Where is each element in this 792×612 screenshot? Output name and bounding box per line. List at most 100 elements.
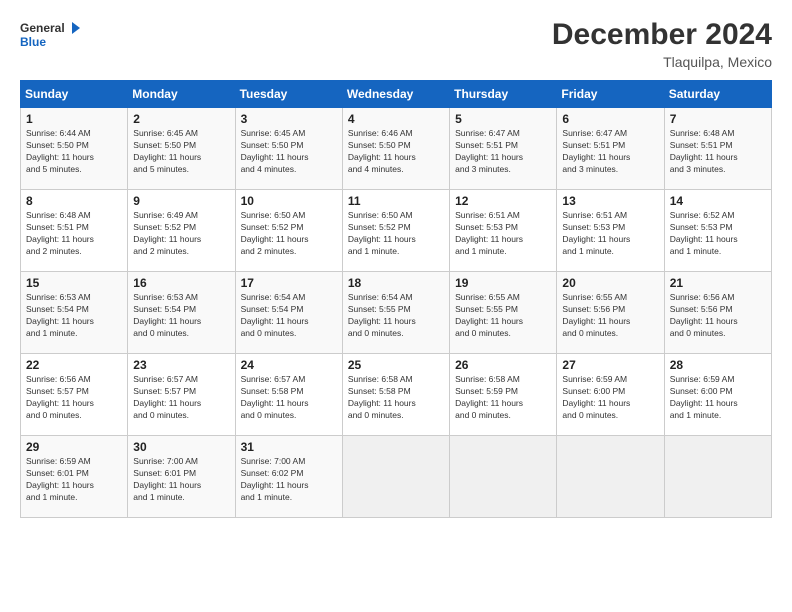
day-number: 11 — [348, 194, 444, 208]
day-info: Sunrise: 6:45 AMSunset: 5:50 PMDaylight:… — [133, 128, 229, 176]
table-row: 24 Sunrise: 6:57 AMSunset: 5:58 PMDayligh… — [235, 354, 342, 436]
table-row: 1 Sunrise: 6:44 AMSunset: 5:50 PMDaylight… — [21, 108, 128, 190]
col-friday: Friday — [557, 81, 664, 108]
day-info: Sunrise: 6:59 AMSunset: 6:00 PMDaylight:… — [670, 374, 766, 422]
day-number: 31 — [241, 440, 337, 454]
day-number: 20 — [562, 276, 658, 290]
day-number: 19 — [455, 276, 551, 290]
table-row: 27Sunrise: 6:59 AMSunset: 6:00 PMDayligh… — [557, 354, 664, 436]
col-wednesday: Wednesday — [342, 81, 449, 108]
day-number: 18 — [348, 276, 444, 290]
table-row: 22 Sunrise: 6:56 AMSunset: 5:57 PMDayligh… — [21, 354, 128, 436]
table-row — [664, 436, 771, 518]
table-row: 29 Sunrise: 6:59 AMSunset: 6:01 PMDayligh… — [21, 436, 128, 518]
table-row: 25 Sunrise: 6:58 AMSunset: 5:58 PMDayligh… — [342, 354, 449, 436]
day-info: Sunrise: 6:57 AMSunset: 5:57 PMDaylight:… — [133, 374, 229, 422]
day-info: Sunrise: 6:49 AMSunset: 5:52 PMDaylight:… — [133, 210, 229, 258]
day-number: 15 — [26, 276, 122, 290]
table-row: 28 Sunrise: 6:59 AMSunset: 6:00 PMDayligh… — [664, 354, 771, 436]
table-row: 23Sunrise: 6:57 AMSunset: 5:57 PMDayligh… — [128, 354, 235, 436]
day-number: 24 — [241, 358, 337, 372]
day-number: 30 — [133, 440, 229, 454]
table-row: 17 Sunrise: 6:54 AMSunset: 5:54 PMDayligh… — [235, 272, 342, 354]
svg-text:Blue: Blue — [20, 35, 46, 49]
table-row: 13Sunrise: 6:51 AMSunset: 5:53 PMDayligh… — [557, 190, 664, 272]
table-row: 8 Sunrise: 6:48 AMSunset: 5:51 PMDaylight… — [21, 190, 128, 272]
table-row: 20 Sunrise: 6:55 AMSunset: 5:56 PMDayligh… — [557, 272, 664, 354]
day-number: 3 — [241, 112, 337, 126]
table-row: 19 Sunrise: 6:55 AMSunset: 5:55 PMDayligh… — [450, 272, 557, 354]
day-info: Sunrise: 6:50 AMSunset: 5:52 PMDaylight:… — [241, 210, 337, 258]
table-row: 3 Sunrise: 6:45 AMSunset: 5:50 PMDaylight… — [235, 108, 342, 190]
day-number: 28 — [670, 358, 766, 372]
title-block: December 2024 Tlaquilpa, Mexico — [552, 18, 772, 70]
day-info: Sunrise: 6:47 AMSunset: 5:51 PMDaylight:… — [562, 128, 658, 176]
day-number: 29 — [26, 440, 122, 454]
day-number: 1 — [26, 112, 122, 126]
day-info: Sunrise: 6:57 AMSunset: 5:58 PMDaylight:… — [241, 374, 337, 422]
day-info: Sunrise: 6:50 AMSunset: 5:52 PMDaylight:… — [348, 210, 444, 258]
day-number: 2 — [133, 112, 229, 126]
day-info: Sunrise: 7:00 AMSunset: 6:02 PMDaylight:… — [241, 456, 337, 504]
day-number: 10 — [241, 194, 337, 208]
table-row: 26 Sunrise: 6:58 AMSunset: 5:59 PMDayligh… — [450, 354, 557, 436]
day-info: Sunrise: 6:54 AMSunset: 5:54 PMDaylight:… — [241, 292, 337, 340]
logo: General Blue — [20, 18, 80, 54]
day-number: 17 — [241, 276, 337, 290]
day-info: Sunrise: 6:55 AMSunset: 5:55 PMDaylight:… — [455, 292, 551, 340]
col-monday: Monday — [128, 81, 235, 108]
day-info: Sunrise: 6:58 AMSunset: 5:59 PMDaylight:… — [455, 374, 551, 422]
calendar-header-row: Sunday Monday Tuesday Wednesday Thursday… — [21, 81, 772, 108]
table-row: 21Sunrise: 6:56 AMSunset: 5:56 PMDayligh… — [664, 272, 771, 354]
day-info: Sunrise: 6:53 AMSunset: 5:54 PMDaylight:… — [26, 292, 122, 340]
day-number: 13 — [562, 194, 658, 208]
col-sunday: Sunday — [21, 81, 128, 108]
day-number: 8 — [26, 194, 122, 208]
day-info: Sunrise: 6:48 AMSunset: 5:51 PMDaylight:… — [670, 128, 766, 176]
table-row: 5Sunrise: 6:47 AMSunset: 5:51 PMDaylight… — [450, 108, 557, 190]
day-info: Sunrise: 6:52 AMSunset: 5:53 PMDaylight:… — [670, 210, 766, 258]
day-number: 14 — [670, 194, 766, 208]
day-info: Sunrise: 6:45 AMSunset: 5:50 PMDaylight:… — [241, 128, 337, 176]
table-row: 4Sunrise: 6:46 AMSunset: 5:50 PMDaylight… — [342, 108, 449, 190]
day-info: Sunrise: 6:55 AMSunset: 5:56 PMDaylight:… — [562, 292, 658, 340]
day-number: 4 — [348, 112, 444, 126]
table-row: 7 Sunrise: 6:48 AMSunset: 5:51 PMDaylight… — [664, 108, 771, 190]
generalblue-logo-icon: General Blue — [20, 18, 80, 54]
header: General Blue December 2024 Tlaquilpa, Me… — [20, 18, 772, 70]
day-number: 5 — [455, 112, 551, 126]
table-row: 6Sunrise: 6:47 AMSunset: 5:51 PMDaylight… — [557, 108, 664, 190]
table-row — [342, 436, 449, 518]
day-info: Sunrise: 6:59 AMSunset: 6:01 PMDaylight:… — [26, 456, 122, 504]
table-row: 31 Sunrise: 7:00 AMSunset: 6:02 PMDayligh… — [235, 436, 342, 518]
svg-text:General: General — [20, 21, 65, 35]
table-row: 10 Sunrise: 6:50 AMSunset: 5:52 PMDayligh… — [235, 190, 342, 272]
table-row: 16Sunrise: 6:53 AMSunset: 5:54 PMDayligh… — [128, 272, 235, 354]
location: Tlaquilpa, Mexico — [552, 54, 772, 70]
table-row: 14 Sunrise: 6:52 AMSunset: 5:53 PMDayligh… — [664, 190, 771, 272]
day-number: 22 — [26, 358, 122, 372]
table-row: 11 Sunrise: 6:50 AMSunset: 5:52 PMDayligh… — [342, 190, 449, 272]
day-info: Sunrise: 6:44 AMSunset: 5:50 PMDaylight:… — [26, 128, 122, 176]
table-row: 12Sunrise: 6:51 AMSunset: 5:53 PMDayligh… — [450, 190, 557, 272]
day-number: 25 — [348, 358, 444, 372]
col-tuesday: Tuesday — [235, 81, 342, 108]
day-number: 7 — [670, 112, 766, 126]
day-info: Sunrise: 6:58 AMSunset: 5:58 PMDaylight:… — [348, 374, 444, 422]
calendar-table: Sunday Monday Tuesday Wednesday Thursday… — [20, 80, 772, 518]
table-row: 30Sunrise: 7:00 AMSunset: 6:01 PMDayligh… — [128, 436, 235, 518]
day-number: 26 — [455, 358, 551, 372]
month-title: December 2024 — [552, 18, 772, 52]
day-number: 9 — [133, 194, 229, 208]
day-info: Sunrise: 6:51 AMSunset: 5:53 PMDaylight:… — [455, 210, 551, 258]
table-row: 18Sunrise: 6:54 AMSunset: 5:55 PMDayligh… — [342, 272, 449, 354]
day-number: 21 — [670, 276, 766, 290]
day-info: Sunrise: 6:59 AMSunset: 6:00 PMDaylight:… — [562, 374, 658, 422]
col-saturday: Saturday — [664, 81, 771, 108]
day-info: Sunrise: 6:56 AMSunset: 5:57 PMDaylight:… — [26, 374, 122, 422]
col-thursday: Thursday — [450, 81, 557, 108]
table-row — [450, 436, 557, 518]
day-info: Sunrise: 6:53 AMSunset: 5:54 PMDaylight:… — [133, 292, 229, 340]
day-info: Sunrise: 6:48 AMSunset: 5:51 PMDaylight:… — [26, 210, 122, 258]
table-row: 9 Sunrise: 6:49 AMSunset: 5:52 PMDaylight… — [128, 190, 235, 272]
